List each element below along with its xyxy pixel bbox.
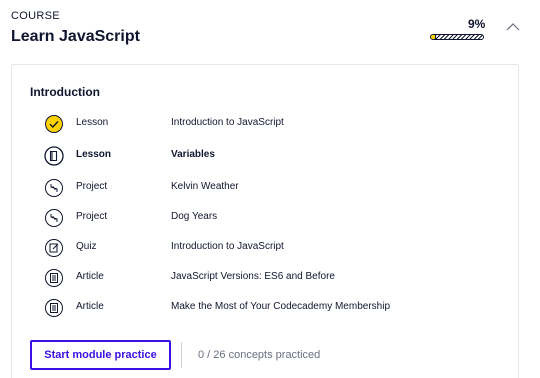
item-name: JavaScript Versions: ES6 and Before <box>171 271 335 282</box>
list-item[interactable]: Article JavaScript Versions: ES6 and Bef… <box>12 266 518 290</box>
list-item[interactable]: Lesson Variables <box>12 144 518 168</box>
list-item[interactable]: Project Dog Years <box>12 206 518 230</box>
item-name: Dog Years <box>171 211 218 222</box>
book-icon <box>44 146 64 166</box>
item-type: Project <box>76 181 108 192</box>
article-icon <box>45 299 63 317</box>
item-name: Make the Most of Your Codecademy Members… <box>171 301 390 312</box>
item-type: Project <box>76 211 108 222</box>
concepts-practiced-text: 0 / 26 concepts practiced <box>198 349 321 361</box>
course-header: COURSE Learn JavaScript 9% <box>0 0 540 62</box>
item-type: Article <box>76 301 104 312</box>
item-type: Quiz <box>76 241 97 252</box>
item-type: Lesson <box>76 117 109 128</box>
progress-fill <box>431 35 436 39</box>
item-type: Lesson <box>76 149 112 160</box>
course-label: COURSE <box>11 10 60 22</box>
module-card: Introduction Lesson Introduction to Java… <box>11 64 519 378</box>
item-type: Article <box>76 271 104 282</box>
item-name: Introduction to JavaScript <box>171 117 284 128</box>
progress-bar <box>430 34 484 40</box>
list-item[interactable]: Lesson Introduction to JavaScript <box>12 112 518 136</box>
project-icon <box>45 179 63 197</box>
article-icon <box>45 269 63 287</box>
check-circle-icon <box>45 115 63 133</box>
chevron-up-icon[interactable] <box>506 22 520 32</box>
course-title: Learn JavaScript <box>11 28 140 45</box>
item-name: Kelvin Weather <box>171 181 239 192</box>
divider <box>181 342 182 368</box>
module-title: Introduction <box>30 85 100 99</box>
list-item[interactable]: Project Kelvin Weather <box>12 176 518 200</box>
list-item[interactable]: Quiz Introduction to JavaScript <box>12 236 518 260</box>
list-item[interactable]: Article Make the Most of Your Codecademy… <box>12 296 518 320</box>
item-name: Variables <box>171 149 215 160</box>
quiz-icon <box>45 239 63 257</box>
start-module-practice-button[interactable]: Start module practice <box>30 340 171 370</box>
progress-percent: 9% <box>468 17 486 31</box>
item-name: Introduction to JavaScript <box>171 241 284 252</box>
project-icon <box>45 209 63 227</box>
